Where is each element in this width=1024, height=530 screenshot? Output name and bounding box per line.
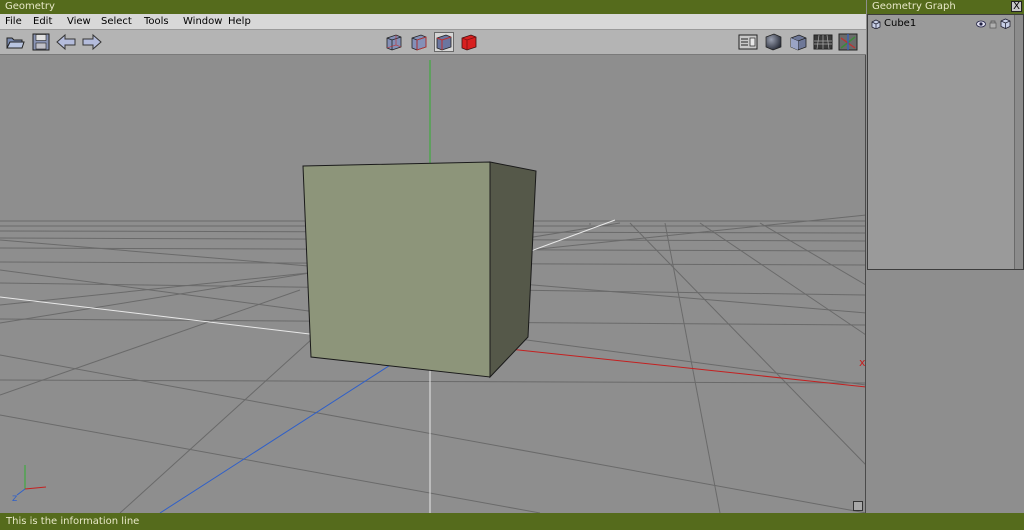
graph-item-cube1[interactable]: Cube1 xyxy=(870,17,1020,31)
x-axis-label: x xyxy=(859,356,866,369)
visibility-eye-icon[interactable] xyxy=(976,19,986,32)
open-folder-icon[interactable] xyxy=(5,32,25,52)
window-title-bar: Geometry xyxy=(0,0,866,14)
forward-arrow-icon[interactable] xyxy=(82,32,102,52)
graph-panel-title-bar: Geometry Graph X xyxy=(867,0,1024,14)
corner-z-label: z xyxy=(12,493,18,504)
back-arrow-icon[interactable] xyxy=(56,32,76,52)
menu-file[interactable]: File xyxy=(5,15,22,29)
viewport-scene xyxy=(0,60,865,513)
shaded-sphere-icon[interactable] xyxy=(763,32,783,52)
menu-view[interactable]: View xyxy=(67,15,91,29)
graph-scrollbar[interactable] xyxy=(1014,15,1023,269)
menu-help[interactable]: Help xyxy=(228,15,251,29)
lock-icon[interactable] xyxy=(989,19,997,32)
window-title: Geometry xyxy=(5,1,55,12)
graph-item-label: Cube1 xyxy=(884,18,917,29)
geometry-graph-panel: Cube1 xyxy=(867,14,1024,270)
information-line: This is the information line xyxy=(6,516,140,527)
cube-solid-red-icon[interactable] xyxy=(459,32,479,52)
viewport-resize-grip[interactable] xyxy=(853,501,863,511)
settings-panel-icon[interactable] xyxy=(738,32,758,52)
menu-select[interactable]: Select xyxy=(101,15,132,29)
menu-edit[interactable]: Edit xyxy=(33,15,52,29)
3d-viewport[interactable]: x z xyxy=(0,55,866,513)
toolbar xyxy=(0,30,866,55)
grid-icon[interactable] xyxy=(813,32,833,52)
cube-wire-selected-icon[interactable] xyxy=(434,32,454,52)
cube-wire-front-icon[interactable] xyxy=(409,32,429,52)
x-axis-line xyxy=(489,346,865,388)
render-cube-icon[interactable] xyxy=(1000,18,1011,32)
cube-wire-icon[interactable] xyxy=(384,32,404,52)
menu-tools[interactable]: Tools xyxy=(144,15,169,29)
save-disk-icon[interactable] xyxy=(31,32,51,52)
z-axis-line xyxy=(159,361,396,513)
status-bar: This is the information line xyxy=(0,513,1024,530)
menu-bar: File Edit View Select Tools Window Help xyxy=(0,14,866,30)
menu-window[interactable]: Window xyxy=(183,15,222,29)
empty-panel-area xyxy=(867,270,1024,513)
shaded-cube-icon[interactable] xyxy=(788,32,808,52)
corner-axes-gizmo xyxy=(16,465,47,496)
cube-mesh[interactable] xyxy=(302,161,537,379)
cube-node-icon xyxy=(871,19,881,32)
close-icon[interactable]: X xyxy=(1011,1,1022,12)
graph-panel-title: Geometry Graph xyxy=(872,1,956,12)
axes-icon[interactable] xyxy=(838,32,858,52)
